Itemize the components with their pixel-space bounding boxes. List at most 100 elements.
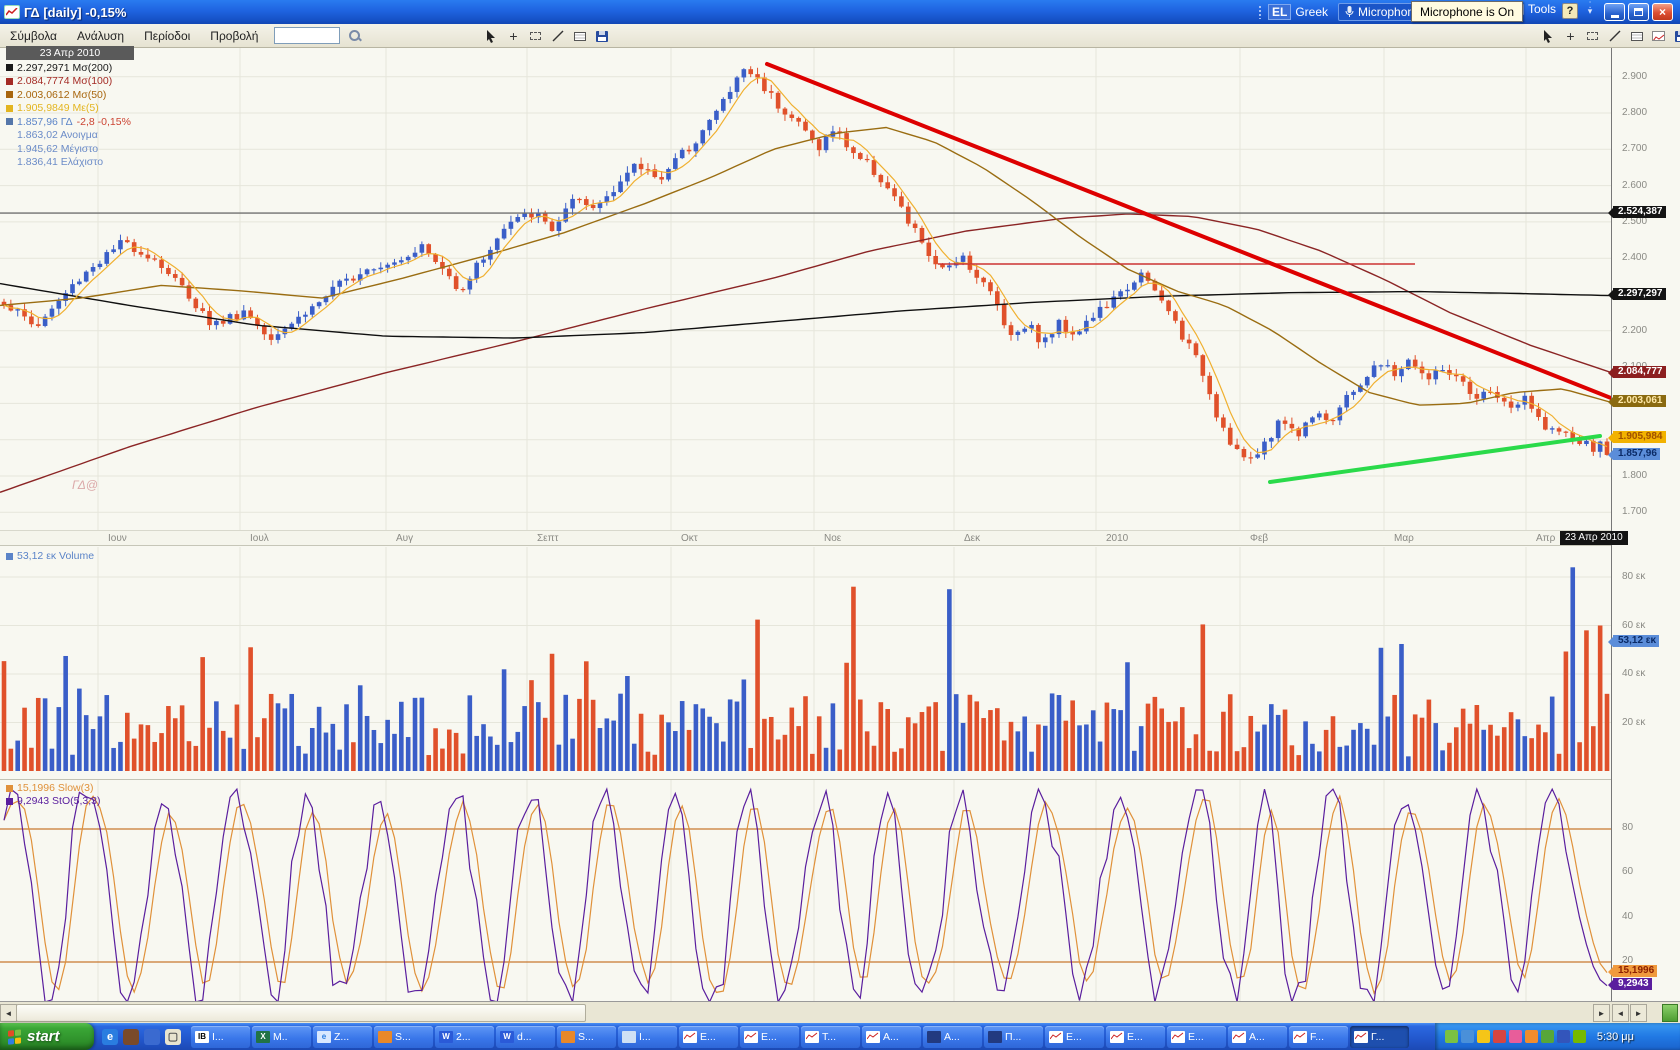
- mute-icon[interactable]: [1493, 1030, 1506, 1043]
- cursor-date-tag: 23 Απρ 2010: [1560, 531, 1628, 545]
- pointer-icon[interactable]: [1540, 28, 1557, 45]
- rectangle-icon[interactable]: [1584, 28, 1601, 45]
- window-title: ΓΔ [daily] -0,15%: [24, 5, 126, 20]
- pointer-icon[interactable]: [483, 28, 500, 45]
- taskbar-button[interactable]: I...: [618, 1026, 677, 1048]
- chart-window-icon: [1110, 1031, 1124, 1043]
- scroll-left-button[interactable]: ◄: [0, 1004, 17, 1022]
- vnc-icon[interactable]: [1557, 1030, 1570, 1043]
- ib-icon: IB: [195, 1031, 209, 1043]
- axis-tick: 40 εκ: [1622, 668, 1645, 679]
- heart-icon[interactable]: [1509, 1030, 1522, 1043]
- month-label: 2010: [1106, 533, 1128, 544]
- menu-Προβολή[interactable]: Προβολή: [200, 27, 268, 45]
- langbar-options-chevron[interactable]: ⁚▾: [1584, 2, 1596, 20]
- crosshair-icon[interactable]: +: [505, 28, 522, 45]
- nvidia-icon[interactable]: [1573, 1030, 1586, 1043]
- menu-Σύμβολα[interactable]: Σύμβολα: [0, 27, 67, 45]
- menu-Ανάλυση[interactable]: Ανάλυση: [67, 27, 134, 45]
- legend-date: 23 Απρ 2010: [6, 46, 134, 60]
- taskbar-button[interactable]: T...: [801, 1026, 860, 1048]
- restore-button[interactable]: [1628, 3, 1649, 21]
- taskbar-button[interactable]: A...: [862, 1026, 921, 1048]
- taskbar-button[interactable]: Wd...: [496, 1026, 555, 1048]
- trendline-icon[interactable]: [1606, 28, 1623, 45]
- trendline-icon[interactable]: [549, 28, 566, 45]
- taskbar-button[interactable]: F...: [1289, 1026, 1348, 1048]
- axis-price-tag: 1.905,984: [1613, 431, 1666, 443]
- month-label: Δεκ: [964, 533, 980, 544]
- month-label: Αυγ: [396, 533, 413, 544]
- pan-right-button[interactable]: ►: [1630, 1004, 1647, 1022]
- stochastic-slow-legend: 15,1996 Slow(3): [6, 782, 93, 794]
- taskbar-clock[interactable]: 5:30 μμ: [1597, 1031, 1634, 1043]
- rectangle-icon[interactable]: [527, 28, 544, 45]
- month-label: Μαρ: [1394, 533, 1414, 544]
- media-doc-icon[interactable]: [1525, 1030, 1538, 1043]
- app-icon: [378, 1031, 392, 1043]
- ie-icon[interactable]: e: [102, 1029, 118, 1045]
- antivirus-icon[interactable]: [1541, 1030, 1554, 1043]
- language-bar-grip[interactable]: [1258, 5, 1262, 19]
- scrollbar-thumb[interactable]: [16, 1004, 586, 1022]
- close-button[interactable]: ×: [1652, 3, 1673, 21]
- taskbar-button[interactable]: E...: [1167, 1026, 1226, 1048]
- horizontal-scrollbar[interactable]: ◄ ► ◄ ►: [0, 1001, 1680, 1023]
- start-button[interactable]: start: [0, 1023, 94, 1050]
- microphone-status-tooltip: Microphone is On: [1411, 1, 1523, 22]
- taskbar-button[interactable]: XM..: [252, 1026, 311, 1048]
- taskbar-button[interactable]: A...: [923, 1026, 982, 1048]
- minimize-button[interactable]: [1604, 3, 1625, 21]
- scroll-right-button[interactable]: ►: [1593, 1004, 1610, 1022]
- taskbar-button[interactable]: IBI...: [191, 1026, 250, 1048]
- system-tray: 5:30 μμ: [1435, 1023, 1680, 1050]
- search-icon[interactable]: [348, 29, 361, 42]
- show-desktop-icon[interactable]: ▢: [165, 1029, 181, 1045]
- taskbar-button[interactable]: E...: [740, 1026, 799, 1048]
- help-button[interactable]: ?: [1562, 3, 1578, 19]
- card-icon[interactable]: [571, 28, 588, 45]
- taskbar-button[interactable]: E...: [679, 1026, 738, 1048]
- chart-icon[interactable]: [1650, 28, 1667, 45]
- month-label: Ιουν: [108, 533, 127, 544]
- save-icon[interactable]: [593, 28, 610, 45]
- chart-window-icon: [744, 1031, 758, 1043]
- taskbar: start e▢ IBI...XM..eZ...S...W2...Wd...S.…: [0, 1023, 1680, 1050]
- stochastic-chart-canvas[interactable]: [0, 779, 1611, 1001]
- symbol-search-input[interactable]: [274, 27, 340, 44]
- word-icon: W: [500, 1031, 514, 1043]
- taskbar-button[interactable]: Γ...: [1350, 1026, 1409, 1048]
- security-shield-icon[interactable]: [1477, 1030, 1490, 1043]
- language-bar[interactable]: EL Greek Microphone: [1258, 2, 1428, 22]
- price-chart-canvas[interactable]: [0, 48, 1611, 530]
- taskbar-button[interactable]: E...: [1045, 1026, 1104, 1048]
- title-bar: ΓΔ [daily] -0,15% EL Greek Microphone Mi…: [0, 0, 1680, 24]
- taskbar-button[interactable]: E...: [1106, 1026, 1165, 1048]
- pattern-icon[interactable]: [1628, 28, 1645, 45]
- legend-row: 2.084,7774 Μσ(100): [6, 74, 134, 88]
- taskbar-button[interactable]: S...: [374, 1026, 433, 1048]
- excel-icon: X: [256, 1031, 270, 1043]
- chart-window-icon: [1232, 1031, 1246, 1043]
- axis-tick: 60: [1622, 866, 1633, 877]
- taskbar-button[interactable]: S...: [557, 1026, 616, 1048]
- messenger-icon[interactable]: [1461, 1030, 1474, 1043]
- browser-icon[interactable]: [123, 1029, 139, 1045]
- language-code[interactable]: EL: [1268, 4, 1291, 20]
- menu-Περίοδοι[interactable]: Περίοδοι: [134, 27, 200, 45]
- media-player-icon[interactable]: [144, 1029, 160, 1045]
- language-name[interactable]: Greek: [1295, 5, 1328, 19]
- taskbar-button[interactable]: A...: [1228, 1026, 1287, 1048]
- legend-row: 2.297,2971 Μσ(200): [6, 60, 134, 74]
- save-icon[interactable]: [1672, 28, 1680, 45]
- axis-tick: 60 εκ: [1622, 620, 1645, 631]
- updates-icon[interactable]: [1445, 1030, 1458, 1043]
- taskbar-button[interactable]: W2...: [435, 1026, 494, 1048]
- taskbar-button[interactable]: eZ...: [313, 1026, 372, 1048]
- axis-tick: 2.900: [1622, 71, 1647, 82]
- zoom-corner-button[interactable]: [1662, 1004, 1678, 1022]
- volume-chart-canvas[interactable]: [0, 547, 1611, 772]
- crosshair-icon[interactable]: +: [1562, 28, 1579, 45]
- pan-left-button[interactable]: ◄: [1612, 1004, 1629, 1022]
- taskbar-button[interactable]: Π...: [984, 1026, 1043, 1048]
